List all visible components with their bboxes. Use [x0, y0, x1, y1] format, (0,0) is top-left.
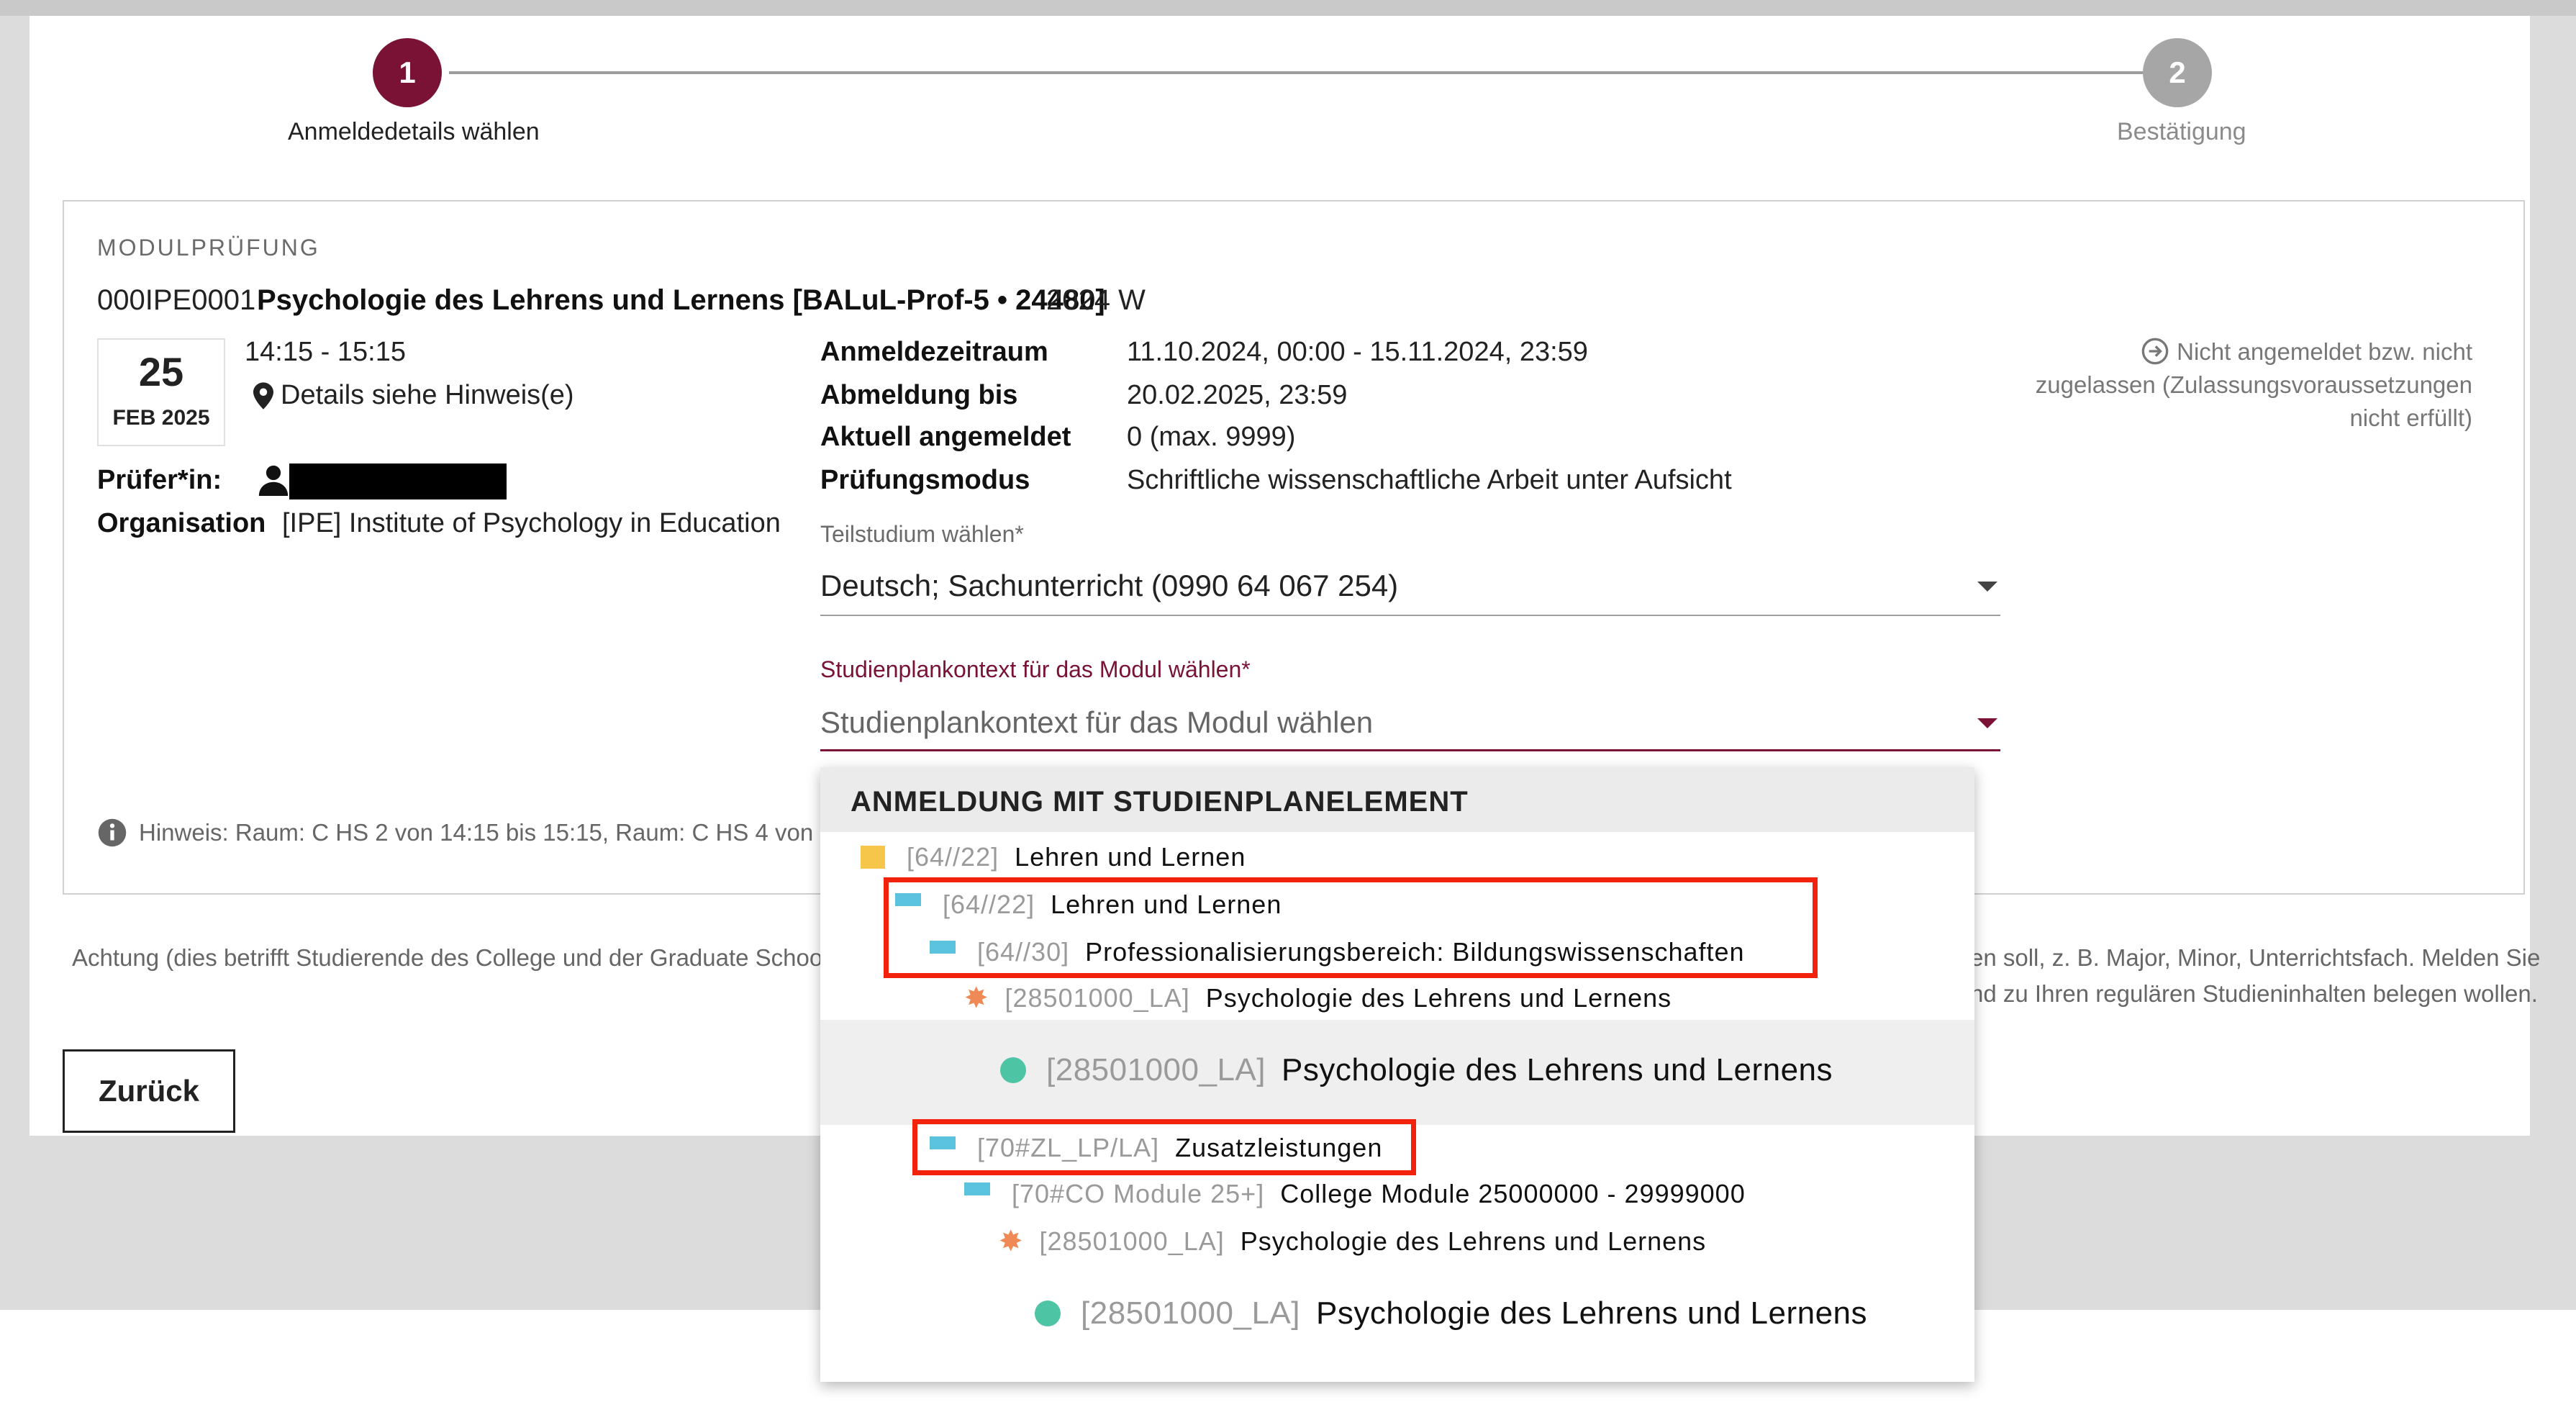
exam-location: Details siehe Hinweis(e) [253, 380, 574, 411]
browser-top-bar [0, 0, 2576, 16]
item-code: [28501000_LA] [1081, 1295, 1301, 1331]
kontext-select[interactable]: Studienplankontext für das Modul wählen [820, 705, 1373, 740]
note-text-right-2: nd zu Ihren regulären Studieninhalten be… [1970, 980, 2538, 1007]
status-line-2: zugelassen (Zulassungsvoraussetzungen [2035, 371, 2472, 398]
info-label-abmeldung: Abmeldung bis [820, 380, 1018, 410]
exam-title: Psychologie des Lehrens und Lernens [BAL… [257, 284, 1105, 316]
star-icon: ✸ [964, 982, 989, 1014]
dropdown-item[interactable]: [28501000_LA] Psychologie des Lehrens un… [1000, 1052, 1833, 1088]
redacted-examiner-name [289, 463, 507, 499]
note-text-left: Achtung (dies betrifft Studierende des C… [72, 944, 843, 971]
chevron-down-icon[interactable] [1977, 582, 1997, 592]
exam-code: 000IPE0001 [97, 284, 256, 316]
teilstudium-underline [820, 615, 2000, 616]
highlight-box [912, 1119, 1416, 1175]
circle-icon [1035, 1301, 1061, 1326]
yellow-square-icon [861, 846, 885, 869]
organisation-value: [IPE] Institute of Psychology in Educati… [282, 508, 781, 538]
status-line-3: nicht erfüllt) [2349, 404, 2472, 431]
item-code: [70#CO Module 25+] [1012, 1179, 1265, 1208]
teilstudium-select[interactable]: Deutsch; Sachunterricht (0990 64 067 254… [820, 569, 1398, 603]
dropdown-item[interactable]: [70#CO Module 25+] College Module 250000… [964, 1179, 1746, 1209]
organisation-label: Organisation [97, 508, 266, 538]
item-label: Lehren und Lernen [1015, 842, 1246, 872]
info-label-angemeldet: Aktuell angemeldet [820, 422, 1071, 452]
hint-text: Hinweis: Raum: C HS 2 von 14:15 bis 15:1… [139, 819, 853, 846]
info-label-pruefungsmodus: Prüfungsmodus [820, 465, 1030, 495]
circle-icon [1000, 1057, 1026, 1083]
star-icon: ✸ [999, 1226, 1024, 1257]
dropdown-item[interactable]: [28501000_LA] Psychologie des Lehrens un… [1035, 1295, 1867, 1331]
date-month: FEB 2025 [112, 406, 210, 430]
person-icon [258, 465, 289, 496]
flag-icon [964, 1182, 990, 1195]
item-label: Psychologie des Lehrens und Lernens [1240, 1226, 1707, 1256]
date-box: 25 FEB 2025 [97, 338, 225, 446]
date-day: 25 [138, 349, 184, 394]
item-label: Psychologie des Lehrens und Lernens [1316, 1295, 1868, 1331]
stepper-line [449, 71, 2144, 74]
info-value-abmeldung: 20.02.2025, 23:59 [1127, 380, 1348, 410]
info-icon [98, 818, 127, 847]
dropdown-item[interactable]: ✸ [28501000_LA] Psychologie des Lehrens … [964, 982, 1672, 1015]
exam-time: 14:15 - 15:15 [245, 337, 406, 367]
info-value-anmeldezeitraum: 11.10.2024, 00:00 - 15.11.2024, 23:59 [1127, 337, 1588, 367]
step-2-label: Bestätigung [2117, 118, 2246, 145]
step-2-indicator: 2 [2143, 38, 2212, 107]
item-code: [28501000_LA] [1039, 1226, 1225, 1256]
registration-status: Nicht angemeldet bzw. nicht zugelassen (… [1986, 335, 2472, 435]
arrow-circle-icon [2141, 338, 2169, 365]
hint: Hinweis: Raum: C HS 2 von 14:15 bis 15:1… [97, 818, 853, 848]
location-text: Details siehe Hinweis(e) [281, 380, 574, 410]
item-code: [28501000_LA] [1046, 1052, 1266, 1087]
examiner-label: Prüfer*in: [97, 465, 222, 495]
item-label: Psychologie des Lehrens und Lernens [1205, 983, 1672, 1013]
dropdown-header-text: ANMELDUNG MIT STUDIENPLANELEMENT [851, 786, 1469, 818]
kontext-dropdown: ANMELDUNG MIT STUDIENPLANELEMENT [64//22… [820, 767, 1974, 1382]
teilstudium-label: Teilstudium wählen* [820, 521, 1024, 547]
info-value-pruefungsmodus: Schriftliche wissenschaftliche Arbeit un… [1127, 465, 1732, 495]
status-line-1: Nicht angemeldet bzw. nicht [2177, 338, 2472, 365]
info-value-angemeldet: 0 (max. 9999) [1127, 422, 1296, 452]
location-pin-icon [253, 381, 273, 410]
back-button[interactable]: Zurück [63, 1049, 235, 1133]
info-label-anmeldezeitraum: Anmeldezeitraum [820, 337, 1048, 367]
item-code: [28501000_LA] [1004, 983, 1190, 1013]
dropdown-header: ANMELDUNG MIT STUDIENPLANELEMENT [820, 767, 1974, 832]
item-label: College Module 25000000 - 29999000 [1280, 1179, 1746, 1208]
dropdown-item[interactable]: [64//22] Lehren und Lernen [861, 842, 1246, 872]
note-text-right-1: en soll, z. B. Major, Minor, Unterrichts… [1970, 944, 2541, 971]
step-1-indicator: 1 [373, 38, 442, 107]
item-label: Psychologie des Lehrens und Lernens [1282, 1052, 1833, 1087]
chevron-down-icon[interactable] [1977, 718, 1997, 728]
dropdown-item[interactable]: ✸ [28501000_LA] Psychologie des Lehrens … [999, 1225, 1706, 1258]
kontext-label: Studienplankontext für das Modul wählen* [820, 656, 1251, 682]
step-1-label: Anmeldedetails wählen [288, 118, 540, 145]
exam-term: 2024 W [1046, 284, 1146, 316]
exam-kind: MODULPRÜFUNG [97, 235, 320, 261]
highlight-box [884, 877, 1818, 978]
kontext-underline [820, 749, 2000, 751]
item-code: [64//22] [907, 842, 999, 872]
